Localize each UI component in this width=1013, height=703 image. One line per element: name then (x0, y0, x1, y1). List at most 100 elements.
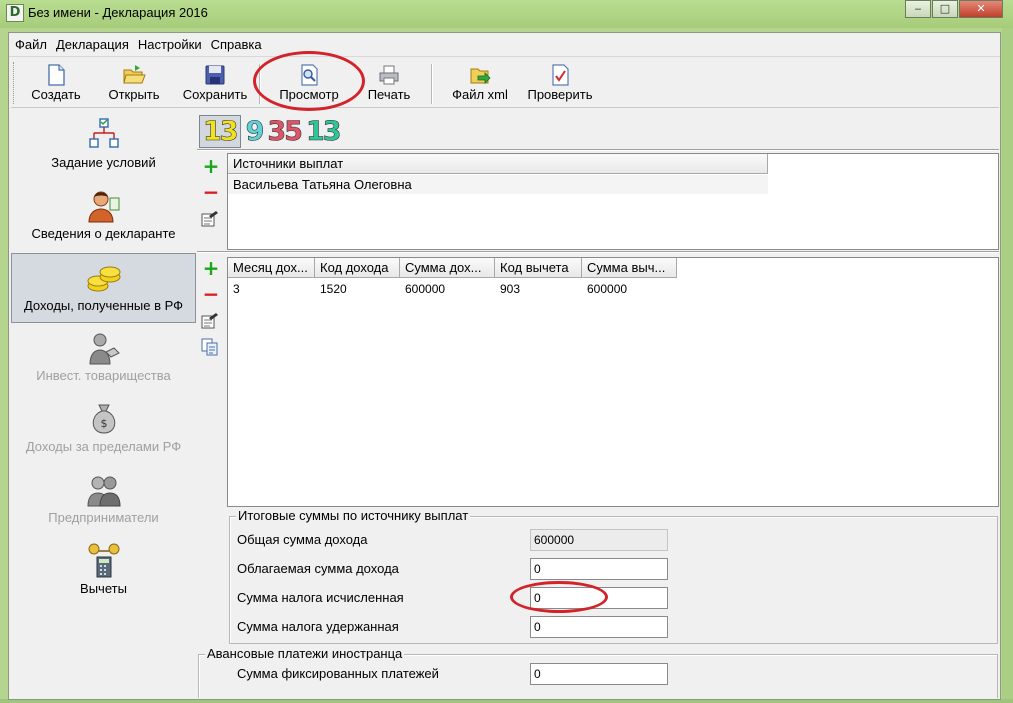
coins-icon (87, 266, 120, 292)
taxable-income-row: Облагаемая сумма дохода 0 (230, 558, 990, 580)
minimize-button[interactable]: ‒ (905, 0, 931, 18)
print-label: Печать (367, 87, 411, 102)
maximize-button[interactable]: □ (932, 0, 958, 18)
sources-actions: + − (201, 156, 223, 231)
nav-deductions[interactable]: Вычеты (11, 537, 196, 607)
businessmen-icon (86, 476, 121, 507)
handshake-icon (88, 333, 120, 365)
menu-file[interactable]: Файл (12, 37, 50, 52)
preview-label: Просмотр (279, 87, 339, 102)
sources-grid-header: Источники выплат (228, 154, 768, 174)
nav-conditions-label: Задание условий (51, 155, 156, 170)
title-bar: D Без имени - Декларация 2016 ‒ □ ✕ (0, 0, 1013, 28)
advance-payments-group: Авансовые платежи иностранца Сумма фикси… (198, 646, 998, 698)
menu-help[interactable]: Справка (208, 37, 265, 52)
nav-income-abroad[interactable]: $ Доходы за пределами РФ (11, 395, 196, 465)
nav-entrepreneurs[interactable]: Предприниматели (11, 466, 196, 536)
income-actions: + − (201, 258, 223, 359)
check-document-icon (552, 64, 569, 86)
new-document-icon (48, 64, 65, 86)
tax-calculated-row: Сумма налога исчисленная 0 (230, 587, 990, 609)
panel-divider (197, 149, 999, 151)
nav-declarant-info[interactable]: Сведения о декларанте (11, 182, 196, 252)
rate-tab-9[interactable]: 9 (245, 115, 264, 147)
tax-calculated-field[interactable]: 0 (530, 587, 668, 609)
preview-icon (301, 64, 318, 86)
conditions-tree-icon (88, 118, 119, 148)
money-bag-icon: $ (92, 404, 115, 434)
add-income-icon[interactable]: + (201, 258, 221, 278)
table-row[interactable]: 3 1520 600000 903 600000 (228, 280, 677, 298)
source-name-cell: Васильева Татьяна Олеговна (233, 177, 412, 192)
create-button[interactable]: Создать (25, 60, 87, 106)
tax-withheld-label: Сумма налога удержанная (237, 619, 399, 634)
save-label: Сохранить (182, 87, 248, 102)
sources-column-header[interactable]: Источники выплат (228, 154, 768, 174)
create-label: Создать (31, 87, 81, 102)
add-source-icon[interactable]: + (201, 156, 221, 176)
panel-divider (197, 251, 999, 253)
edit-source-icon[interactable] (201, 210, 219, 228)
main-window: Файл Декларация Настройки Справка Создат… (8, 32, 1001, 700)
taxable-income-label: Облагаемая сумма дохода (237, 561, 399, 576)
open-folder-icon (123, 65, 146, 84)
cell-deduction-sum: 600000 (587, 282, 628, 296)
nav-conditions[interactable]: Задание условий (11, 111, 196, 181)
col-income-sum[interactable]: Сумма дох... (400, 258, 495, 278)
rate-tab-13[interactable]: 13 (199, 114, 241, 148)
open-button[interactable]: Открыть (101, 60, 167, 106)
print-button[interactable]: Печать (361, 60, 417, 106)
tax-withheld-field[interactable]: 0 (530, 616, 668, 638)
open-label: Открыть (108, 87, 160, 102)
taxable-income-field[interactable]: 0 (530, 558, 668, 580)
remove-income-icon[interactable]: − (201, 284, 221, 304)
tax-withheld-row: Сумма налога удержанная 0 (230, 616, 990, 638)
menu-settings[interactable]: Настройки (135, 37, 205, 52)
window-controls: ‒ □ ✕ (904, 0, 1003, 18)
check-label: Проверить (527, 87, 593, 102)
total-income-row: Общая сумма дохода 600000 (230, 529, 990, 551)
cell-income-sum: 600000 (405, 282, 446, 296)
toolbar-grip[interactable] (13, 62, 16, 104)
table-row[interactable]: Васильева Татьяна Олеговна (228, 175, 768, 194)
tax-calculated-label: Сумма налога исчисленная (237, 590, 404, 605)
totals-title: Итоговые суммы по источнику выплат (236, 508, 471, 523)
copy-income-icon[interactable] (201, 338, 219, 356)
preview-button[interactable]: Просмотр (273, 60, 345, 106)
fixed-payments-row: Сумма фиксированных платежей 0 (230, 663, 990, 685)
cell-income-code: 1520 (320, 282, 347, 296)
fixed-payments-label: Сумма фиксированных платежей (237, 666, 439, 681)
rate-tab-13-resident[interactable]: 13 (306, 115, 342, 147)
rate-tab-35[interactable]: 35 (267, 115, 303, 147)
xml-file-button[interactable]: Файл xml (447, 60, 513, 106)
tax-rate-tabs: 13 9 35 13 (199, 113, 345, 149)
nav-entrepreneurs-label: Предприниматели (48, 510, 159, 525)
save-button[interactable]: Сохранить (179, 60, 251, 106)
col-deduction-code[interactable]: Код вычета (495, 258, 582, 278)
total-income-label: Общая сумма дохода (237, 532, 368, 547)
col-month[interactable]: Месяц дох... (228, 258, 315, 278)
nav-invest-partnerships[interactable]: Инвест. товарищества (11, 324, 196, 394)
check-button[interactable]: Проверить (523, 60, 597, 106)
col-deduction-sum[interactable]: Сумма выч... (582, 258, 677, 278)
advance-title: Авансовые платежи иностранца (205, 646, 405, 661)
toolbar-separator (259, 64, 260, 104)
nav-invest-label: Инвест. товарищества (36, 368, 171, 383)
edit-income-icon[interactable] (201, 312, 219, 330)
xml-file-label: Файл xml (452, 87, 508, 102)
fixed-payments-field[interactable]: 0 (530, 663, 668, 685)
nav-income-rf[interactable]: Доходы, полученные в РФ (11, 253, 196, 323)
menu-bar: Файл Декларация Настройки Справка (9, 33, 1000, 57)
toolbar-separator (431, 64, 432, 104)
sources-grid: Источники выплат Васильева Татьяна Олего… (227, 153, 999, 250)
close-button[interactable]: ✕ (959, 0, 1003, 18)
income-grid-header: Месяц дох... Код дохода Сумма дох... Код… (228, 258, 677, 278)
menu-declaration[interactable]: Декларация (53, 37, 132, 52)
app-logo-icon[interactable]: D (6, 4, 24, 22)
save-disk-icon (205, 65, 225, 85)
remove-source-icon[interactable]: − (201, 182, 221, 202)
col-income-code[interactable]: Код дохода (315, 258, 400, 278)
income-grid: Месяц дох... Код дохода Сумма дох... Код… (227, 257, 999, 507)
cell-deduction-code: 903 (500, 282, 521, 296)
xml-export-icon (470, 68, 491, 84)
